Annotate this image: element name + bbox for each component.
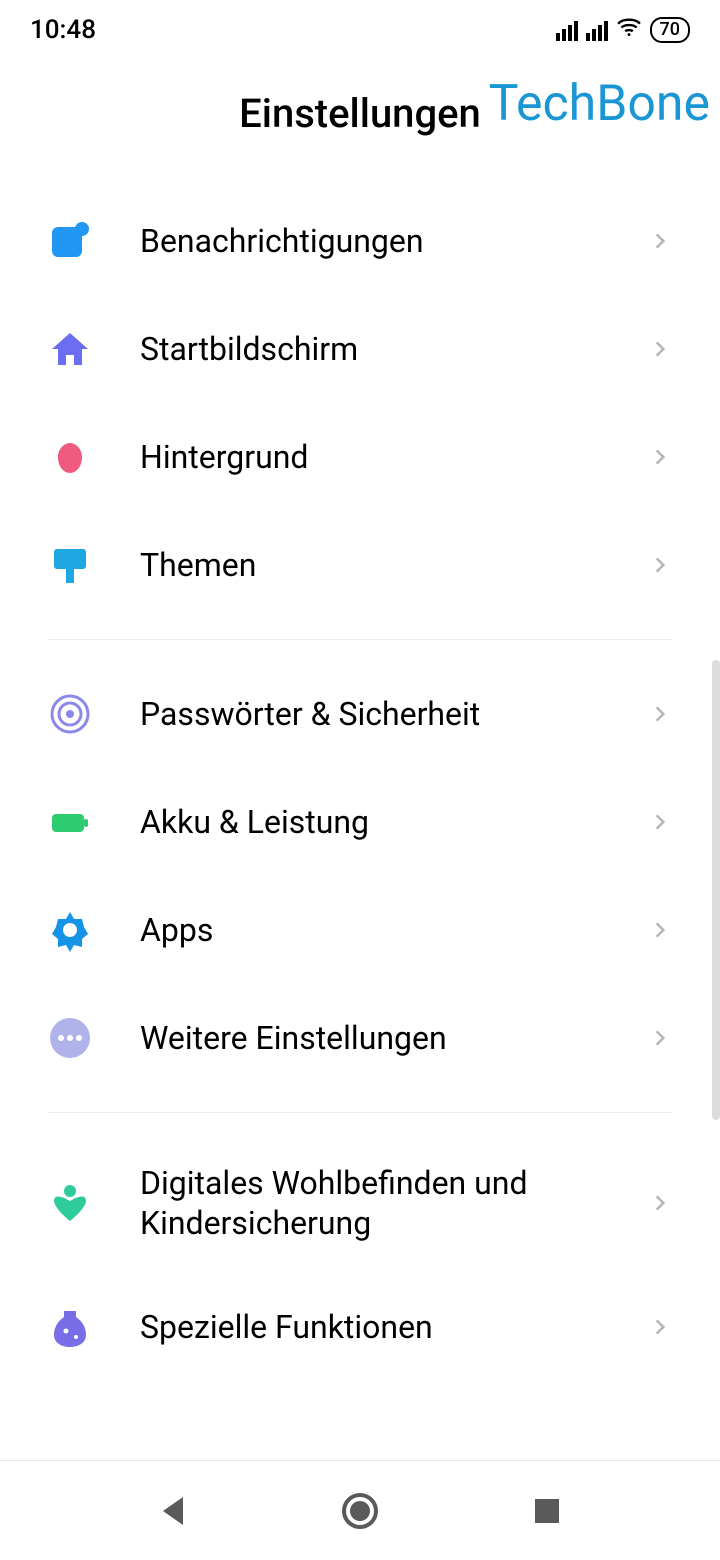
home-icon [48,327,92,371]
wallpaper-icon [48,435,92,479]
more-icon [48,1016,92,1060]
wifi-icon [616,14,642,47]
chevron-right-icon [650,704,670,724]
chevron-right-icon [650,447,670,467]
settings-item-themes[interactable]: Themen [0,511,720,619]
themes-icon [48,543,92,587]
signal-icon-2 [586,19,608,41]
settings-item-security[interactable]: Passwörter & Sicherheit [0,660,720,768]
security-icon [48,692,92,736]
nav-back-button[interactable] [151,1489,195,1533]
chevron-right-icon [650,1028,670,1048]
settings-item-notifications[interactable]: Benachrichtigungen [0,187,720,295]
special-icon [48,1305,92,1349]
settings-item-label: Spezielle Funktionen [140,1307,650,1347]
settings-item-battery[interactable]: Akku & Leistung [0,768,720,876]
status-time: 10:48 [30,15,96,45]
settings-item-more[interactable]: Weitere Einstellungen [0,984,720,1092]
apps-icon [48,908,92,952]
settings-item-apps[interactable]: Apps [0,876,720,984]
settings-item-label: Startbildschirm [140,329,650,369]
settings-item-label: Hintergrund [140,437,650,477]
section-divider [48,639,672,640]
settings-item-homescreen[interactable]: Startbildschirm [0,295,720,403]
battery-icon [48,800,92,844]
notifications-icon [48,219,92,263]
nav-home-button[interactable] [338,1489,382,1533]
settings-item-label: Benachrichtigungen [140,221,650,261]
status-bar: 10:48 70 [0,0,720,60]
navigation-bar [0,1460,720,1560]
settings-item-label: Themen [140,545,650,585]
chevron-right-icon [650,1193,670,1213]
status-indicators: 70 [556,14,690,47]
chevron-right-icon [650,920,670,940]
settings-item-wallpaper[interactable]: Hintergrund [0,403,720,511]
settings-item-special[interactable]: Spezielle Funktionen [0,1273,720,1381]
settings-item-label: Digitales Wohlbefinden und Kindersicheru… [140,1163,650,1243]
chevron-right-icon [650,1317,670,1337]
settings-item-label: Weitere Einstellungen [140,1018,650,1058]
chevron-right-icon [650,339,670,359]
page-header: Einstellungen TechBone [0,60,720,187]
nav-recents-button[interactable] [525,1489,569,1533]
signal-icon-1 [556,19,578,41]
scroll-indicator[interactable] [712,660,720,1120]
settings-item-label: Passwörter & Sicherheit [140,694,650,734]
settings-item-label: Akku & Leistung [140,802,650,842]
battery-indicator: 70 [650,17,690,43]
settings-item-wellbeing[interactable]: Digitales Wohlbefinden und Kindersicheru… [0,1133,720,1273]
chevron-right-icon [650,231,670,251]
chevron-right-icon [650,812,670,832]
settings-list: Benachrichtigungen Startbildschirm Hinte… [0,187,720,1381]
section-divider [48,1112,672,1113]
settings-item-label: Apps [140,910,650,950]
wellbeing-icon [48,1181,92,1225]
chevron-right-icon [650,555,670,575]
watermark-text: TechBone [489,75,710,133]
